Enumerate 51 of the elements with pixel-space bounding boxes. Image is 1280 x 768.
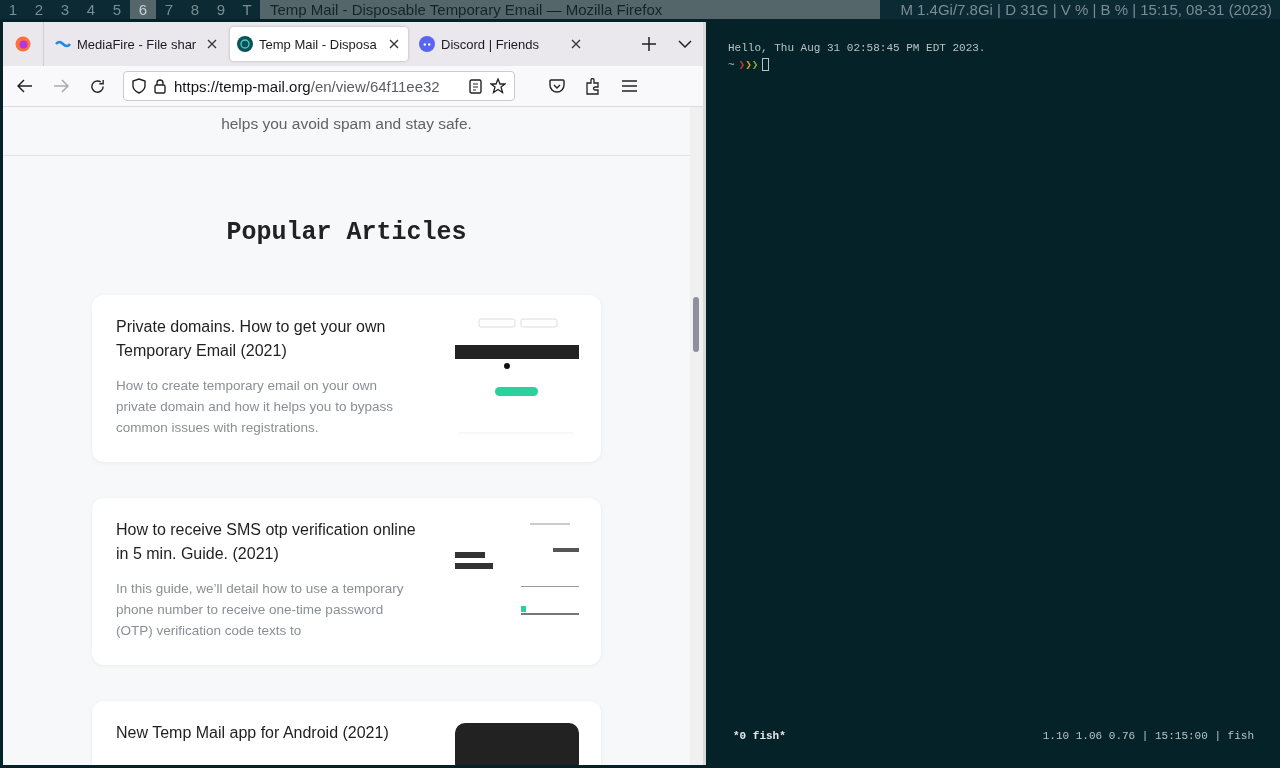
browser-tab[interactable]: Discord | Friends <box>412 27 590 61</box>
article-title[interactable]: New Temp Mail app for Android (2021) <box>116 721 416 745</box>
workspace-tab[interactable]: 1 <box>0 0 26 19</box>
chat-icon <box>419 36 435 52</box>
plus-icon[interactable] <box>642 37 656 51</box>
cursor-icon <box>762 58 770 71</box>
workspace-tab[interactable]: T <box>234 0 260 19</box>
reload-icon[interactable] <box>89 78 105 94</box>
workspace-tab[interactable]: 2 <box>26 0 52 19</box>
system-status: M 1.4Gi/7.8Gi | D 31G | V % | B % | 15:15, 08-31 (2023) <box>900 1 1273 18</box>
session-name: *0 fish* <box>733 730 786 742</box>
article-card[interactable]: Private domains. How to get your own Temporary Email (2021) How to create temporary email on your own private domain and how it helps you to bypass common issues with registrations. <box>92 295 601 462</box>
article-card[interactable]: How to receive SMS otp verification online in 5 min. Guide. (2021) In this guide, we’ll detail how to use a temporary phone number to receive one-time password (OTP) verification code texts to <box>92 498 601 665</box>
lock-icon <box>154 78 166 94</box>
menu-icon[interactable] <box>621 80 637 92</box>
pocket-icon[interactable] <box>549 78 565 94</box>
browser-tab[interactable]: Temp Mail - Disposa <box>230 27 408 61</box>
scrollbar-thumb[interactable] <box>693 297 699 352</box>
close-icon[interactable] <box>205 39 219 49</box>
article-title[interactable]: Private domains. How to get your own Temporary Email (2021) <box>116 315 416 363</box>
reader-view-icon[interactable] <box>469 78 482 94</box>
workspace-tab[interactable]: 9 <box>208 0 234 19</box>
terminal-greeting: Hello, Thu Aug 31 02:58:45 PM EDT 2023. <box>728 41 986 54</box>
article-card[interactable]: New Temp Mail app for Android (2021) <box>92 701 601 765</box>
intro-text: helps you avoid spam and stay safe. <box>3 107 690 156</box>
article-summary: In this guide, we’ll detail how to use a temporary phone number to receive one-time password (OTP) verification code texts to <box>116 580 405 640</box>
site-icon <box>237 36 253 52</box>
puzzle-icon[interactable] <box>585 77 601 95</box>
workspace-tab[interactable]: 7 <box>156 0 182 19</box>
back-icon[interactable] <box>17 79 33 93</box>
prompt-chevrons: ❯❯❯ <box>738 58 759 71</box>
workspace-tab[interactable]: 3 <box>52 0 78 19</box>
close-icon[interactable] <box>387 39 401 49</box>
star-icon[interactable] <box>490 78 506 94</box>
shield-icon <box>132 78 146 94</box>
browser-tab[interactable]: MediaFire - File shar <box>48 27 226 61</box>
workspace-tab[interactable]: 5 <box>104 0 130 19</box>
load-status: 1.10 1.06 0.76 | 15:15:00 | fish <box>1042 730 1254 742</box>
address-bar[interactable]: https://temp-mail.org/en/view/64f11ee32 <box>123 71 515 101</box>
close-icon[interactable] <box>569 39 583 49</box>
prompt-directory: ~ <box>728 58 735 71</box>
workspace-tab[interactable]: 6 <box>130 0 156 19</box>
article-summary: How to create temporary email on your own private domain and how it helps you to bypass common issues with registrations. <box>116 377 394 437</box>
section-heading: Popular Articles <box>226 218 467 247</box>
wave-icon <box>55 39 71 49</box>
workspace-tab[interactable]: 8 <box>182 0 208 19</box>
article-title[interactable]: How to receive SMS otp verification online in 5 min. Guide. (2021) <box>116 518 416 566</box>
window-title: Temp Mail - Disposable Temporary Email — Mozilla Firefox <box>260 0 880 19</box>
chevron-down-icon[interactable] <box>678 40 692 48</box>
workspace-tab[interactable]: 4 <box>78 0 104 19</box>
browser-logo-icon[interactable] <box>15 36 31 52</box>
